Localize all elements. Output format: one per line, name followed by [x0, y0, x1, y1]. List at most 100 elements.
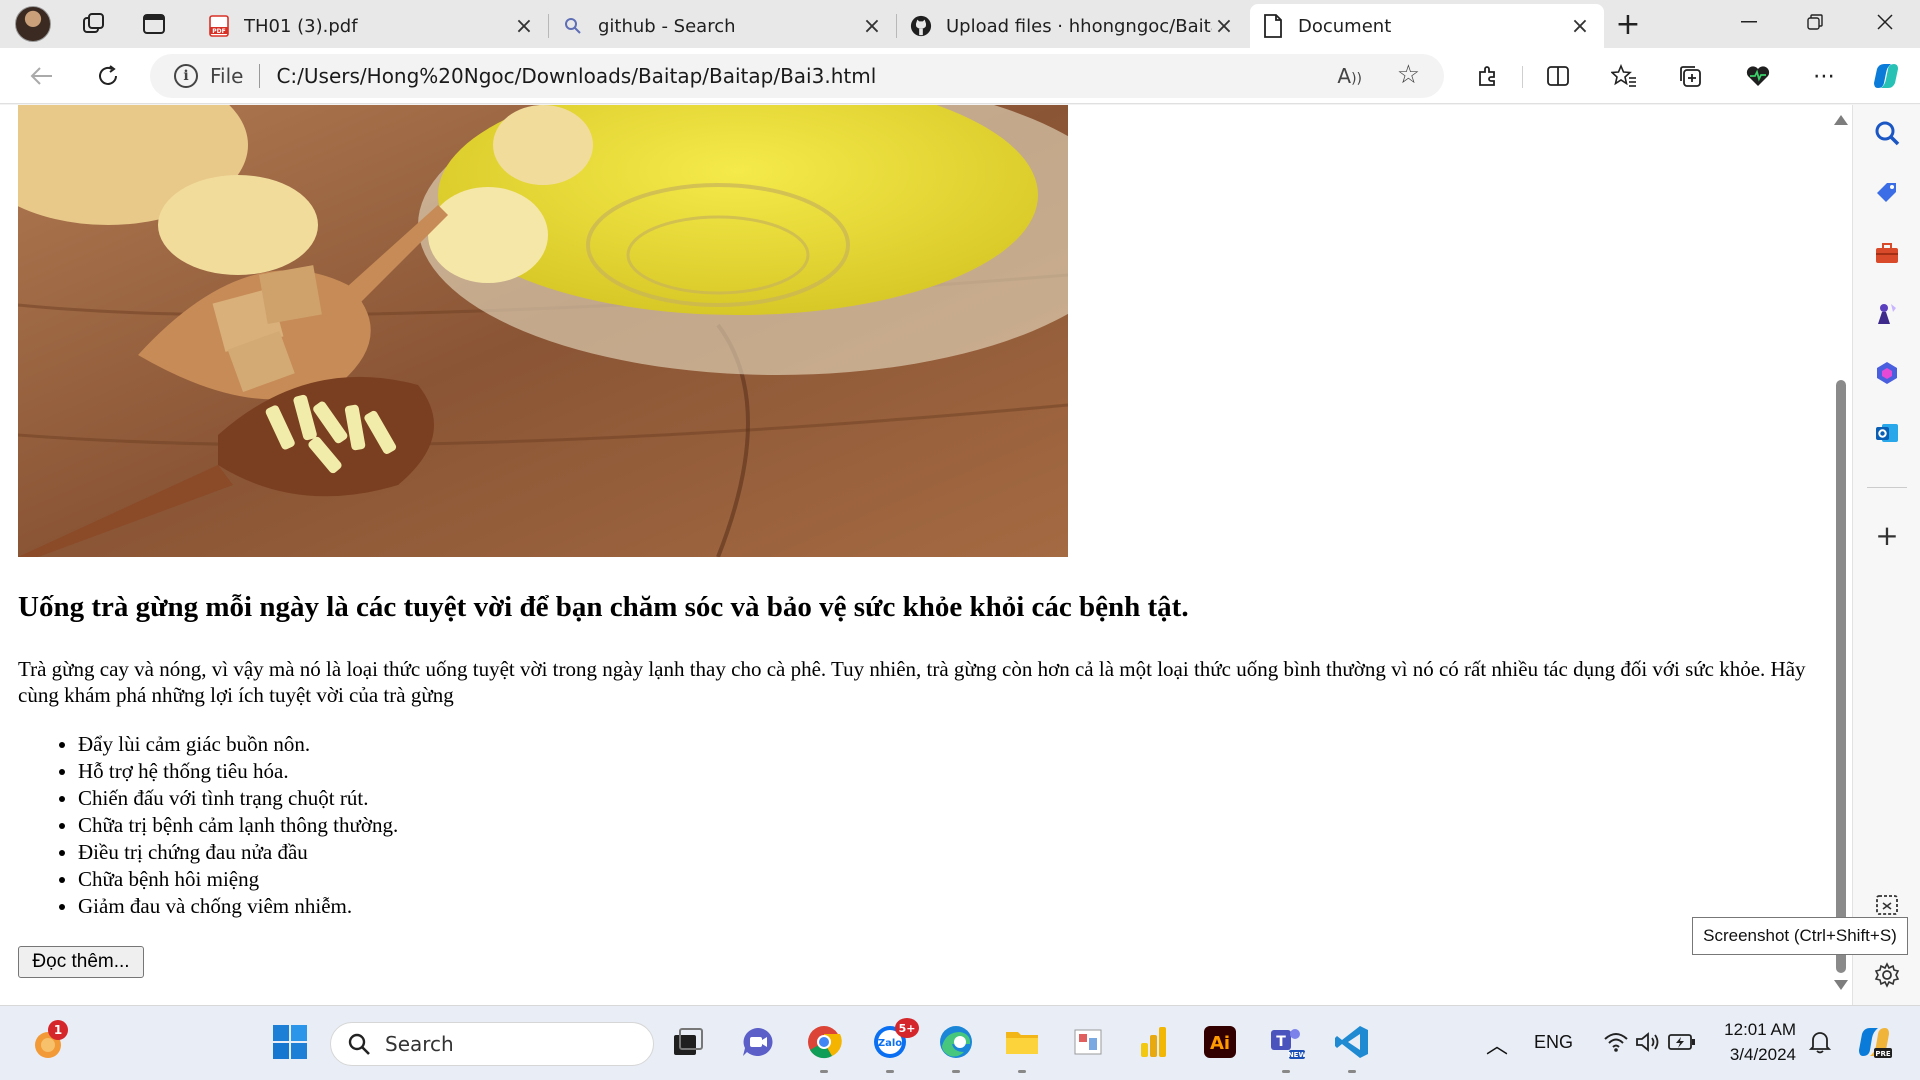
battery-icon[interactable] — [1662, 1022, 1702, 1062]
settings-more-icon[interactable]: ⋯ — [1806, 58, 1842, 94]
back-button[interactable] — [22, 56, 62, 96]
language-indicator[interactable]: ENG — [1534, 1032, 1573, 1053]
read-aloud-icon[interactable]: A)) — [1337, 64, 1362, 88]
copilot-icon[interactable] — [1868, 58, 1904, 94]
close-tab-icon[interactable]: × — [512, 14, 536, 39]
zalo-badge: 5+ — [895, 1018, 919, 1038]
read-aloud-glyph: A — [1337, 64, 1352, 88]
notification-badge: 1 — [48, 1020, 68, 1040]
collections-icon[interactable] — [1672, 58, 1708, 94]
sidebar-settings-icon[interactable] — [1869, 957, 1905, 993]
scroll-up-arrow[interactable] — [1834, 115, 1848, 125]
minimize-button[interactable] — [1716, 0, 1782, 44]
search-label: Search — [385, 1032, 454, 1056]
refresh-button[interactable] — [88, 56, 128, 96]
search-icon — [347, 1032, 371, 1056]
svg-text:NEW: NEW — [1288, 1051, 1305, 1059]
illustrator-icon[interactable]: Ai — [1200, 1022, 1240, 1062]
pdf-icon: PDF — [208, 15, 230, 37]
chrome-icon[interactable] — [804, 1022, 844, 1062]
clock-date[interactable]: 3/4/2024 — [1718, 1045, 1796, 1065]
close-tab-icon[interactable]: × — [1212, 14, 1236, 39]
split-screen-icon[interactable] — [1540, 58, 1576, 94]
profile-avatar[interactable] — [12, 0, 54, 48]
restore-button[interactable] — [1782, 0, 1848, 44]
github-icon — [910, 15, 932, 37]
edge-sidebar: + — [1852, 105, 1920, 1005]
power-bi-icon[interactable] — [1134, 1022, 1174, 1062]
tab-github-search[interactable]: github - Search × — [550, 4, 897, 48]
taskbar-search[interactable]: Search — [330, 1022, 654, 1066]
start-windows-icon[interactable] — [270, 1022, 310, 1062]
notifications-bell-icon[interactable] — [1800, 1022, 1840, 1062]
extensions-icon[interactable] — [1470, 58, 1506, 94]
chat-meet-icon[interactable] — [738, 1022, 778, 1062]
close-tab-icon[interactable]: × — [860, 14, 884, 39]
tools-icon[interactable] — [1869, 235, 1905, 271]
screenshot-tooltip: Screenshot (Ctrl+Shift+S) — [1692, 917, 1908, 955]
running-indicator — [1018, 1070, 1026, 1073]
read-more-button[interactable]: Đọc thêm... — [18, 946, 144, 978]
tab-strip: PDF TH01 (3).pdf × github - Search × Upl… — [0, 0, 1920, 48]
vscode-icon[interactable] — [1332, 1022, 1372, 1062]
outlook-icon[interactable] — [1869, 415, 1905, 451]
scroll-down-arrow[interactable] — [1834, 980, 1848, 990]
list-item: Chữa trị bệnh cảm lạnh thông thường. — [78, 812, 398, 839]
close-window-button[interactable] — [1852, 0, 1918, 44]
running-indicator — [952, 1070, 960, 1073]
close-tab-icon[interactable]: × — [1568, 14, 1592, 39]
scroll-thumb[interactable] — [1836, 380, 1846, 973]
tab-pdf[interactable]: PDF TH01 (3).pdf × — [196, 4, 549, 48]
running-indicator — [820, 1070, 828, 1073]
running-indicator — [1282, 1070, 1290, 1073]
browser-essentials-icon[interactable] — [1740, 58, 1776, 94]
address-divider — [259, 64, 261, 88]
favorite-star-icon[interactable]: ☆ — [1397, 60, 1420, 90]
edge-icon[interactable] — [936, 1022, 976, 1062]
office-app-icon[interactable] — [1068, 1022, 1108, 1062]
teams-icon[interactable]: T NEW — [1266, 1022, 1306, 1062]
windows-taskbar: 1 Search Zalo 5+ Ai T NEW ︿ ENG 12:01 AM… — [0, 1005, 1920, 1080]
microsoft365-icon[interactable] — [1869, 355, 1905, 391]
list-item: Giảm đau và chống viêm nhiễm. — [78, 893, 398, 920]
vertical-tabs-icon[interactable] — [134, 0, 174, 48]
new-tab-button[interactable]: + — [1610, 6, 1646, 42]
task-view-icon[interactable] — [668, 1022, 708, 1062]
address-bar[interactable]: i File C:/Users/Hong%20Ngoc/Downloads/Ba… — [150, 54, 1444, 98]
toolbar-separator — [1522, 66, 1523, 88]
tab-title: TH01 (3).pdf — [244, 15, 358, 37]
games-icon[interactable] — [1869, 295, 1905, 331]
list-item: Đẩy lùi cảm giác buồn nôn. — [78, 731, 398, 758]
list-item: Hỗ trợ hệ thống tiêu hóa. — [78, 758, 398, 785]
show-hidden-icons[interactable]: ︿ — [1486, 1028, 1508, 1060]
document-icon — [1262, 14, 1284, 38]
tab-title: Upload files · hhongngoc/Baitap — [946, 15, 1212, 37]
page-viewport: Uống trà gừng mỗi ngày là các tuyệt vời … — [0, 105, 1852, 1005]
info-icon[interactable]: i — [174, 64, 198, 88]
favorites-icon[interactable] — [1606, 58, 1642, 94]
tab-github-upload[interactable]: Upload files · hhongngoc/Baitap × — [898, 4, 1248, 48]
running-indicator — [886, 1070, 894, 1073]
clock-time[interactable]: 12:01 AM — [1718, 1020, 1796, 1040]
copilot-preview-icon[interactable]: PRE — [1854, 1022, 1894, 1062]
search-icon[interactable] — [1869, 115, 1905, 151]
add-sidebar-app-icon[interactable]: + — [1869, 517, 1905, 553]
page-heading: Uống trà gừng mỗi ngày là các tuyệt vời … — [18, 591, 1189, 623]
list-item: Điều trị chứng đau nửa đầu — [78, 839, 398, 866]
tab-title: github - Search — [598, 15, 736, 37]
svg-text:Zalo: Zalo — [878, 1038, 902, 1049]
svg-text:T: T — [1276, 1034, 1286, 1050]
page-scrollbar[interactable] — [1830, 105, 1852, 1005]
file-explorer-icon[interactable] — [1002, 1022, 1042, 1062]
list-item: Chữa bệnh hôi miệng — [78, 866, 398, 893]
tab-document[interactable]: Document × — [1250, 4, 1604, 48]
svg-text:PDF: PDF — [212, 28, 225, 35]
shopping-icon[interactable] — [1869, 175, 1905, 211]
running-indicator — [1348, 1070, 1356, 1073]
workspaces-icon[interactable] — [74, 0, 114, 48]
list-item: Chiến đấu với tình trạng chuột rút. — [78, 785, 398, 812]
url-text[interactable]: C:/Users/Hong%20Ngoc/Downloads/Baitap/Ba… — [276, 64, 876, 88]
tab-title: Document — [1298, 15, 1392, 37]
sidebar-separator — [1867, 487, 1907, 488]
address-toolbar: i File C:/Users/Hong%20Ngoc/Downloads/Ba… — [0, 48, 1920, 104]
